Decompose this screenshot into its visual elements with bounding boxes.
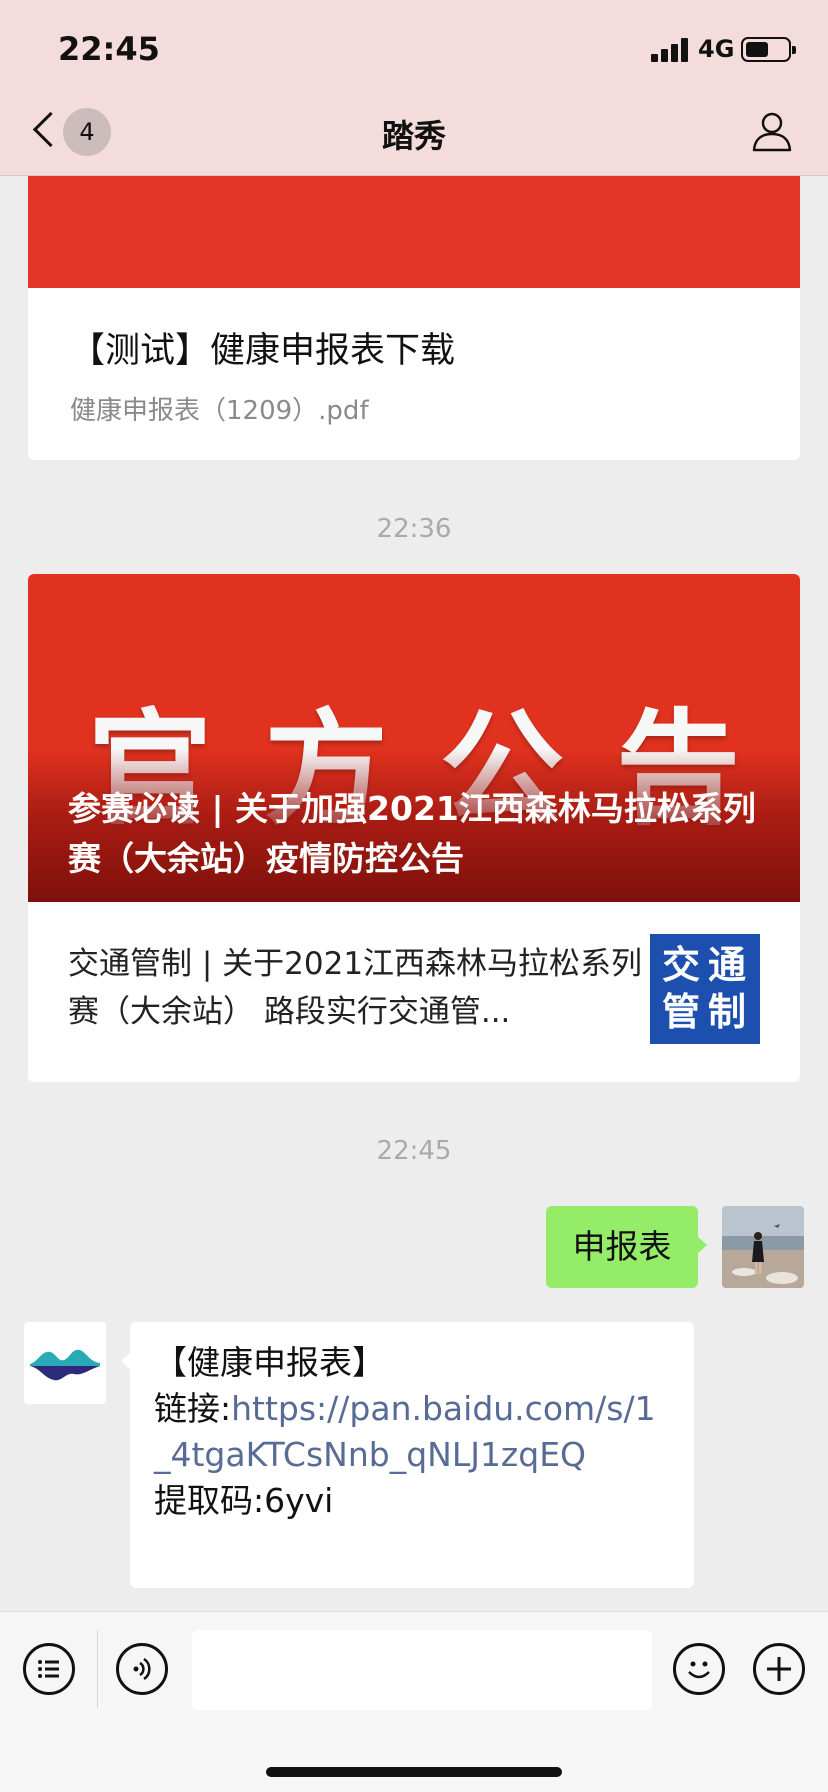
card-subtitle: 健康申报表（1209）.pdf — [70, 396, 369, 426]
article-card[interactable]: 官方公告 参赛必读 | 关于加强2021江西森林马拉松系列赛（大余站）疫情防控公… — [28, 574, 800, 1082]
file-article-card[interactable]: 【测试】健康申报表下载 健康申报表（1209）.pdf — [28, 150, 800, 460]
emoji-icon[interactable] — [673, 1643, 725, 1695]
message-code-line: 提取码:6yvi — [154, 1481, 334, 1520]
my-avatar[interactable] — [722, 1206, 804, 1288]
divider — [97, 1630, 98, 1708]
timestamp: 22:36 — [376, 514, 452, 544]
cover-caption: 参赛必读 | 关于加强2021江西森林马拉松系列赛（大余站）疫情防控公告 — [68, 789, 756, 878]
message-line-title: 【健康申报表】 — [154, 1343, 385, 1382]
card-title: 【测试】健康申报表下载 — [70, 331, 456, 371]
plus-icon[interactable] — [753, 1643, 805, 1695]
link-prefix: 链接: — [154, 1389, 232, 1428]
home-indicator — [266, 1767, 562, 1777]
article-thumbnail: 交通 管制 — [650, 934, 760, 1044]
network-type: 4G — [698, 35, 735, 63]
signal-icon — [651, 38, 691, 62]
article-description: 交通管制 | 关于2021江西森林马拉松系列赛（大余站） 路段实行交通管... — [68, 946, 643, 1030]
message-input[interactable] — [192, 1630, 652, 1710]
timestamp: 22:45 — [376, 1136, 452, 1166]
battery-icon — [741, 37, 796, 62]
message-link-line: 链接:https://pan.baidu.com/s/1_4tgaKTCsNnb… — [154, 1386, 670, 1478]
top-bar: 22:45 4G 4 踏秀 — [0, 0, 828, 176]
page-title: 踏秀 — [381, 117, 446, 155]
person-icon[interactable] — [751, 110, 793, 152]
bot-message-bubble[interactable]: 【健康申报表】 链接:https://pan.baidu.com/s/1_4tg… — [121, 1322, 694, 1588]
article-cover-image: 官方公告 参赛必读 | 关于加强2021江西森林马拉松系列赛（大余站）疫情防控公… — [28, 574, 800, 902]
thumb-line-2: 管制 — [661, 990, 754, 1034]
list-menu-icon[interactable] — [23, 1643, 75, 1695]
bot-avatar[interactable] — [24, 1322, 106, 1404]
voice-icon[interactable] — [116, 1643, 168, 1695]
input-bar — [0, 1611, 828, 1792]
my-message-bubble[interactable]: 申报表 — [546, 1206, 707, 1288]
thumb-line-1: 交通 — [661, 943, 754, 987]
status-time: 22:45 — [58, 30, 160, 68]
